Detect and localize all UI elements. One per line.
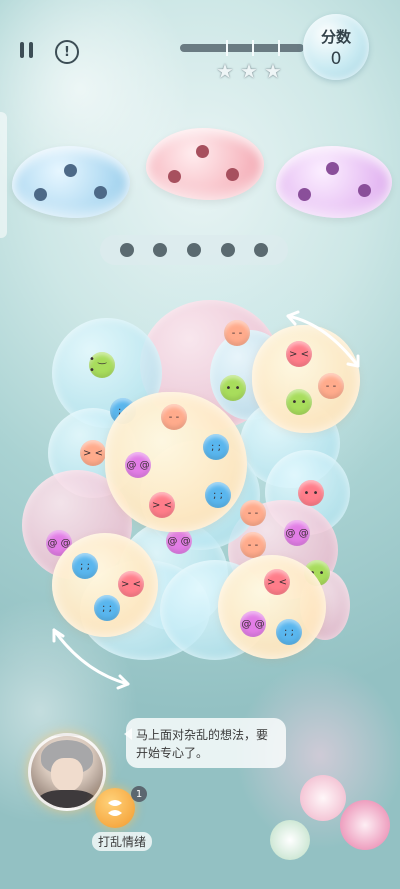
character-avatar: [28, 733, 106, 811]
jelly-face-purple[interactable]: @ @: [284, 520, 310, 546]
pause-icon: [19, 42, 24, 58]
empty-slot: [186, 243, 201, 257]
empty-slot: [254, 243, 269, 257]
jelly-face-green[interactable]: • •: [220, 375, 246, 401]
flower-decoration: [300, 775, 346, 821]
star-icon: ★: [264, 59, 282, 83]
flower-decoration: [270, 820, 310, 860]
empty-slot: [119, 243, 134, 257]
score-label: 分数: [320, 27, 351, 46]
yellow-jelly-cluster[interactable]: - - ; ; @ @ > < ; ;: [105, 392, 247, 532]
flower-decoration: [340, 800, 390, 850]
star-threshold-2: [252, 40, 254, 56]
jelly-face-orange[interactable]: - -: [240, 532, 266, 558]
side-drawer-handle[interactable]: [0, 112, 7, 238]
yellow-jelly-cluster[interactable]: ; ; > < ; ;: [52, 533, 158, 637]
target-jelly-red: [146, 128, 264, 200]
score-value: 0: [330, 48, 342, 69]
target-jelly-blue: [12, 146, 130, 218]
star-rating: ★ ★ ★: [216, 59, 282, 83]
target-jelly-purple: [276, 146, 392, 218]
jelly-face-green[interactable]: • ‿ •: [89, 352, 115, 378]
rotate-arrow-icon[interactable]: [48, 624, 134, 690]
shuffle-icon: [108, 800, 122, 816]
jelly-face-orange[interactable]: - -: [240, 500, 266, 526]
jelly-face-orange[interactable]: - -: [224, 320, 250, 346]
info-button[interactable]: !: [55, 40, 79, 64]
star-icon: ★: [216, 59, 234, 83]
collection-slots: [100, 235, 288, 265]
star-threshold-3: [278, 40, 280, 56]
dialogue-bubble: 马上面对杂乱的想法，要开始专心了。: [124, 718, 286, 768]
jelly-face-red[interactable]: • •: [298, 480, 324, 506]
pause-button[interactable]: [14, 38, 38, 62]
skill-count-badge: 1: [131, 786, 147, 802]
star-icon: ★: [240, 59, 258, 83]
info-icon: !: [64, 44, 70, 60]
score-progress-bar: [180, 40, 304, 56]
shuffle-skill-button[interactable]: [95, 788, 135, 828]
empty-slot: [220, 243, 235, 257]
jelly-face-orange[interactable]: > <: [80, 440, 106, 466]
score-display: 分数 0: [303, 14, 369, 80]
star-threshold-1: [226, 40, 228, 56]
yellow-jelly-cluster[interactable]: > < @ @ ; ;: [218, 555, 326, 659]
rotate-arrow-icon[interactable]: [282, 308, 364, 372]
skill-label: 打乱情绪: [92, 832, 153, 851]
empty-slot: [153, 243, 168, 257]
